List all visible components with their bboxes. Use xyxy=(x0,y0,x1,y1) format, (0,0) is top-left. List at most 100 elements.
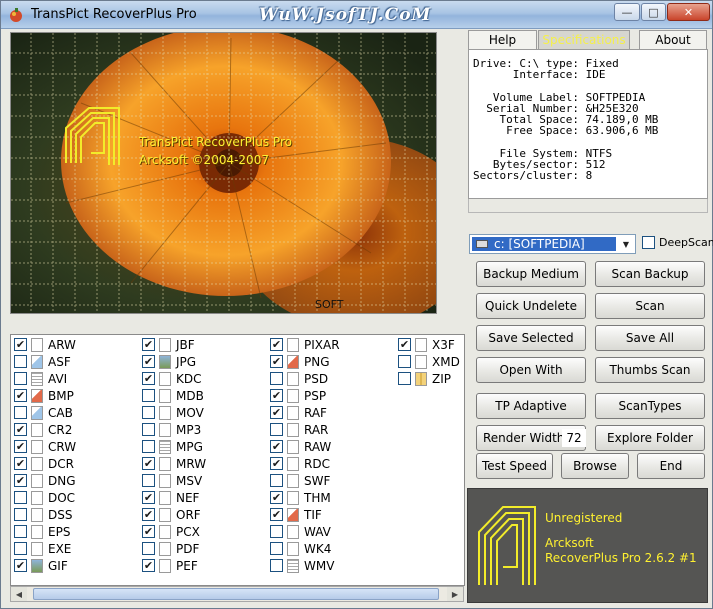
file-type-zip[interactable]: ZIP xyxy=(398,370,451,387)
file-type-bmp[interactable]: ✔ BMP xyxy=(14,387,74,404)
file-type-checkbox[interactable] xyxy=(270,542,283,555)
scroll-right-icon[interactable]: ▶ xyxy=(447,587,463,601)
file-type-checkbox[interactable] xyxy=(398,355,411,368)
file-type-xmd[interactable]: XMD xyxy=(398,353,460,370)
backup-medium-button[interactable]: Backup Medium xyxy=(476,261,586,287)
file-type-checkbox[interactable] xyxy=(14,372,27,385)
file-type-checkbox[interactable] xyxy=(142,474,155,487)
file-type-checkbox[interactable] xyxy=(270,525,283,538)
explore-folder-button[interactable]: Explore Folder xyxy=(595,425,705,451)
file-type-gif[interactable]: ✔ GIF xyxy=(14,557,68,574)
file-type-checkbox[interactable]: ✔ xyxy=(14,474,27,487)
file-type-checkbox[interactable]: ✔ xyxy=(270,508,283,521)
end-button[interactable]: End xyxy=(637,453,705,479)
file-type-swf[interactable]: SWF xyxy=(270,472,330,489)
open-with-button[interactable]: Open With xyxy=(476,357,586,383)
file-type-checkbox[interactable]: ✔ xyxy=(142,508,155,521)
save-all-button[interactable]: Save All xyxy=(595,325,705,351)
file-type-mp3[interactable]: MP3 xyxy=(142,421,201,438)
minimize-button[interactable]: — xyxy=(614,3,640,21)
file-type-checkbox[interactable]: ✔ xyxy=(270,457,283,470)
file-type-doc[interactable]: DOC xyxy=(14,489,75,506)
file-type-checkbox[interactable]: ✔ xyxy=(270,406,283,419)
file-type-checkbox[interactable] xyxy=(270,423,283,436)
file-type-checkbox[interactable]: ✔ xyxy=(14,338,27,351)
file-type-checkbox[interactable]: ✔ xyxy=(398,338,411,351)
file-type-pdf[interactable]: PDF xyxy=(142,540,199,557)
file-type-checkbox[interactable] xyxy=(14,406,27,419)
scan-button[interactable]: Scan xyxy=(595,293,705,319)
file-type-eps[interactable]: EPS xyxy=(14,523,70,540)
save-selected-button[interactable]: Save Selected xyxy=(476,325,586,351)
file-type-checkbox[interactable] xyxy=(142,389,155,402)
file-type-thm[interactable]: ✔ THM xyxy=(270,489,331,506)
file-type-pef[interactable]: ✔ PEF xyxy=(142,557,198,574)
file-type-checkbox[interactable] xyxy=(270,559,283,572)
file-type-checkbox[interactable] xyxy=(398,372,411,385)
file-type-checkbox[interactable]: ✔ xyxy=(270,440,283,453)
file-type-checkbox[interactable] xyxy=(270,474,283,487)
file-type-wav[interactable]: WAV xyxy=(270,523,331,540)
file-type-checkbox[interactable]: ✔ xyxy=(14,457,27,470)
file-type-pixar[interactable]: ✔ PIXAR xyxy=(270,336,340,353)
deep-scan-checkbox[interactable]: DeepScan xyxy=(642,236,713,249)
file-type-raf[interactable]: ✔ RAF xyxy=(270,404,327,421)
file-type-psd[interactable]: PSD xyxy=(270,370,328,387)
file-type-checkbox[interactable] xyxy=(142,440,155,453)
scroll-left-icon[interactable]: ◀ xyxy=(11,587,27,601)
file-type-tif[interactable]: ✔ TIF xyxy=(270,506,322,523)
file-type-orf[interactable]: ✔ ORF xyxy=(142,506,201,523)
file-type-checkbox[interactable]: ✔ xyxy=(14,440,27,453)
thumbs-scan-button[interactable]: Thumbs Scan xyxy=(595,357,705,383)
file-type-checkbox[interactable] xyxy=(142,406,155,419)
file-type-dng[interactable]: ✔ DNG xyxy=(14,472,76,489)
file-type-x3f[interactable]: ✔ X3F xyxy=(398,336,455,353)
file-type-checkbox[interactable]: ✔ xyxy=(270,338,283,351)
quick-undelete-button[interactable]: Quick Undelete xyxy=(476,293,586,319)
file-type-kdc[interactable]: ✔ KDC xyxy=(142,370,202,387)
scan-types-button[interactable]: ScanTypes xyxy=(595,393,705,419)
file-type-checkbox[interactable] xyxy=(14,525,27,538)
file-type-checkbox[interactable]: ✔ xyxy=(142,559,155,572)
file-type-jpg[interactable]: ✔ JPG xyxy=(142,353,196,370)
file-type-mov[interactable]: MOV xyxy=(142,404,204,421)
file-type-asf[interactable]: ASF xyxy=(14,353,71,370)
file-type-cab[interactable]: CAB xyxy=(14,404,73,421)
file-type-checkbox[interactable] xyxy=(14,508,27,521)
browse-button[interactable]: Browse xyxy=(561,453,629,479)
file-type-dcr[interactable]: ✔ DCR xyxy=(14,455,74,472)
file-type-wk4[interactable]: WK4 xyxy=(270,540,331,557)
file-type-checkbox[interactable]: ✔ xyxy=(270,491,283,504)
horizontal-scrollbar[interactable]: ◀ ▶ xyxy=(10,586,464,602)
title-bar[interactable]: TransPict RecoverPlus Pro WuW.JsofTJ.CoM… xyxy=(1,1,712,29)
scan-backup-button[interactable]: Scan Backup xyxy=(595,261,705,287)
tab-about[interactable]: About xyxy=(639,30,707,50)
file-type-mpg[interactable]: MPG xyxy=(142,438,203,455)
tab-specifications[interactable]: Specifications xyxy=(538,30,630,50)
drive-dropdown[interactable]: c: [SOFTPEDIA] ▼ xyxy=(469,234,636,254)
file-type-pcx[interactable]: ✔ PCX xyxy=(142,523,200,540)
file-type-mrw[interactable]: ✔ MRW xyxy=(142,455,206,472)
file-type-checkbox[interactable] xyxy=(142,542,155,555)
file-type-checkbox[interactable]: ✔ xyxy=(142,457,155,470)
tp-adaptive-button[interactable]: TP Adaptive xyxy=(476,393,586,419)
file-type-avi[interactable]: AVI xyxy=(14,370,67,387)
file-type-mdb[interactable]: MDB xyxy=(142,387,204,404)
file-type-checkbox[interactable] xyxy=(270,372,283,385)
render-width-input[interactable]: 72 xyxy=(562,429,586,447)
file-type-checkbox[interactable] xyxy=(14,491,27,504)
file-type-checkbox[interactable]: ✔ xyxy=(14,389,27,402)
file-type-arw[interactable]: ✔ ARW xyxy=(14,336,76,353)
deep-scan-box[interactable] xyxy=(642,236,655,249)
chevron-down-icon[interactable]: ▼ xyxy=(618,236,634,252)
file-type-checkbox[interactable]: ✔ xyxy=(142,491,155,504)
file-type-exe[interactable]: EXE xyxy=(14,540,71,557)
file-type-checkbox[interactable]: ✔ xyxy=(142,372,155,385)
file-type-checkbox[interactable]: ✔ xyxy=(270,355,283,368)
file-type-jbf[interactable]: ✔ JBF xyxy=(142,336,195,353)
tab-help[interactable]: Help xyxy=(468,30,537,50)
file-type-checkbox[interactable]: ✔ xyxy=(142,338,155,351)
file-type-rdc[interactable]: ✔ RDC xyxy=(270,455,330,472)
file-type-nef[interactable]: ✔ NEF xyxy=(142,489,199,506)
file-type-checkbox[interactable]: ✔ xyxy=(142,525,155,538)
